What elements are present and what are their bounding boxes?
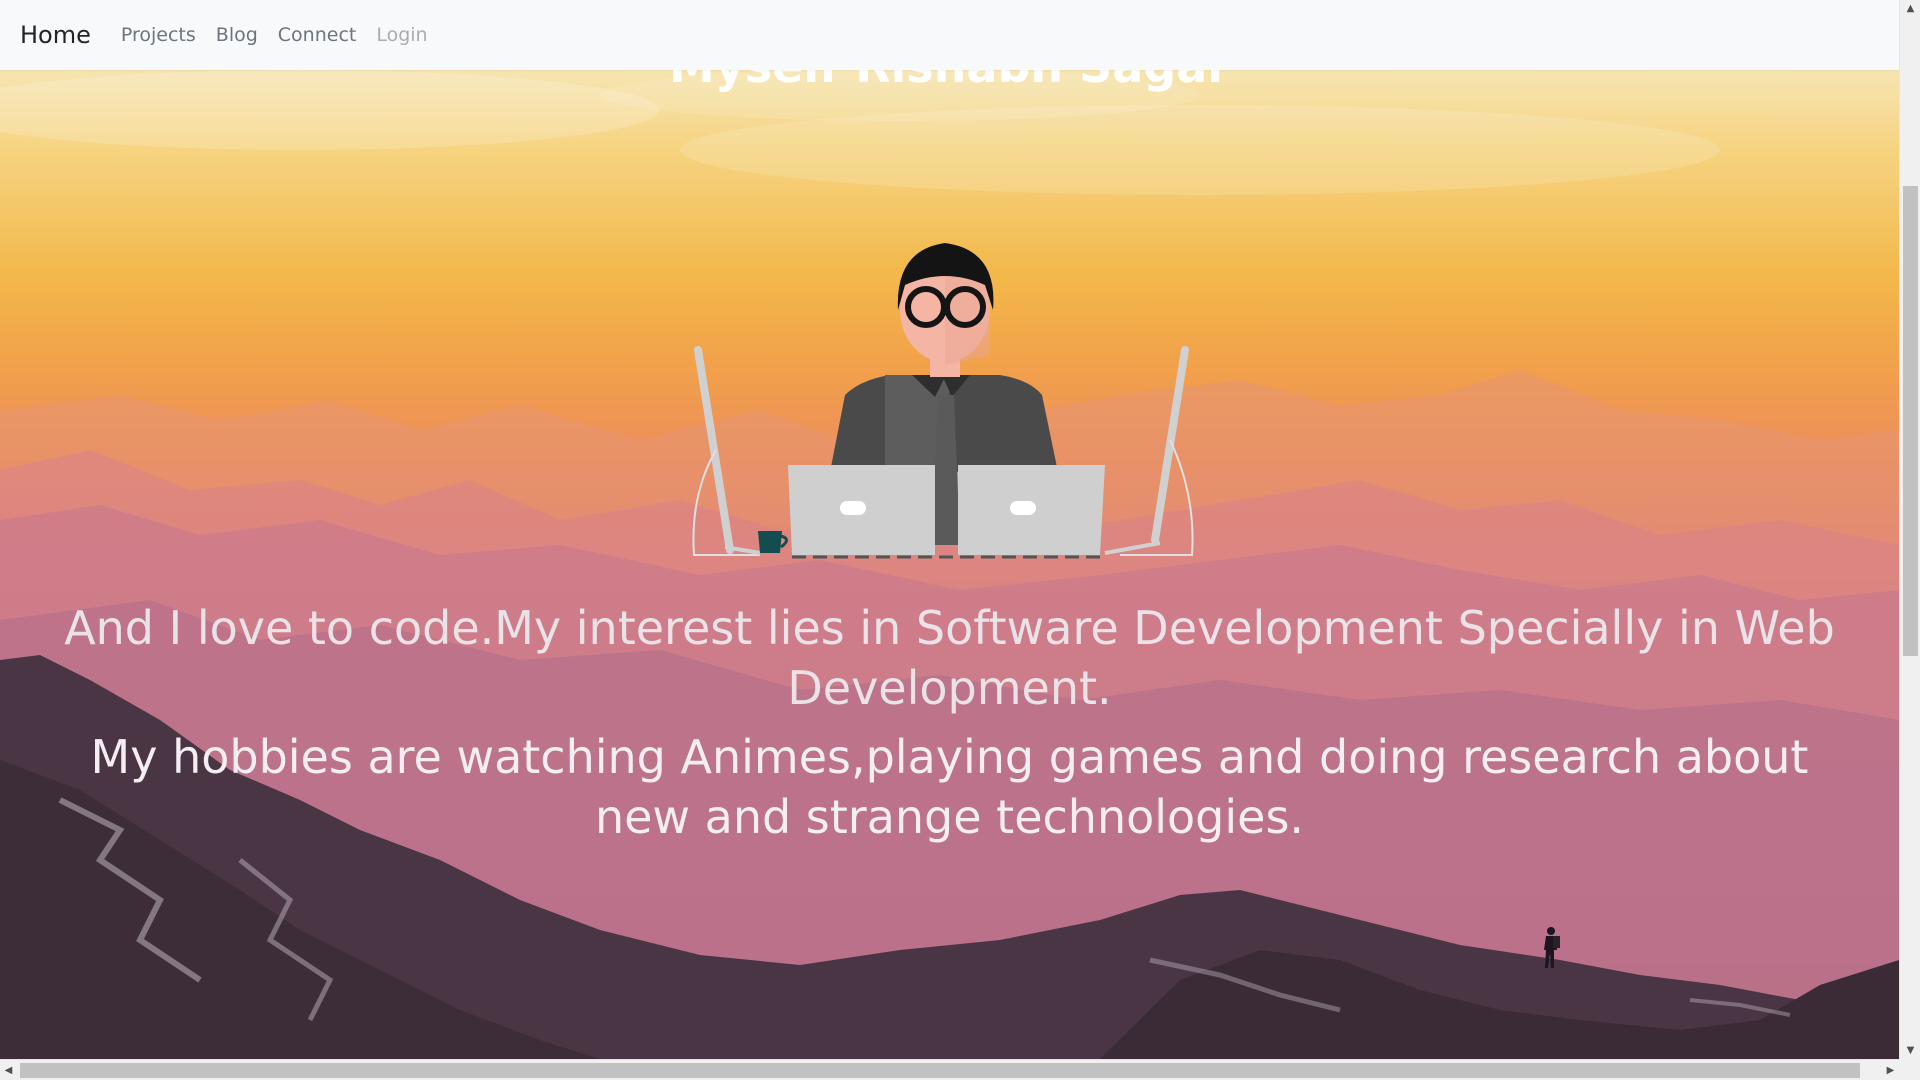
- arrow-up-icon[interactable]: ▲: [1900, 0, 1920, 17]
- horizontal-scrollbar[interactable]: ◀ ▶: [0, 1059, 1899, 1080]
- nav-link-login[interactable]: Login: [376, 24, 427, 46]
- vertical-scroll-thumb[interactable]: [1903, 186, 1918, 656]
- browser-viewport: Myself Rishabh Sagar: [0, 0, 1920, 1080]
- page: Myself Rishabh Sagar: [0, 0, 1899, 1059]
- nav-home-brand[interactable]: Home: [20, 21, 91, 49]
- horizontal-scroll-thumb[interactable]: [20, 1063, 1860, 1078]
- developer-illustration: [680, 225, 1220, 565]
- arrow-left-icon[interactable]: ◀: [0, 1060, 17, 1080]
- nav-link-connect[interactable]: Connect: [278, 24, 357, 46]
- bio-hobbies-text: My hobbies are watching Animes,playing g…: [90, 730, 1809, 844]
- scrollbar-corner: [1899, 1059, 1920, 1080]
- hiker-silhouette: [1540, 926, 1562, 974]
- arrow-right-icon[interactable]: ▶: [1882, 1060, 1899, 1080]
- arrow-down-icon[interactable]: ▼: [1900, 1042, 1920, 1059]
- vertical-scrollbar[interactable]: ▲ ▼: [1899, 0, 1920, 1059]
- nav-link-blog[interactable]: Blog: [216, 24, 258, 46]
- bio-interest-text: And I love to code.My interest lies in S…: [64, 601, 1835, 715]
- nav-link-projects[interactable]: Projects: [121, 24, 196, 46]
- top-navbar: Home Projects Blog Connect Login: [0, 0, 1899, 70]
